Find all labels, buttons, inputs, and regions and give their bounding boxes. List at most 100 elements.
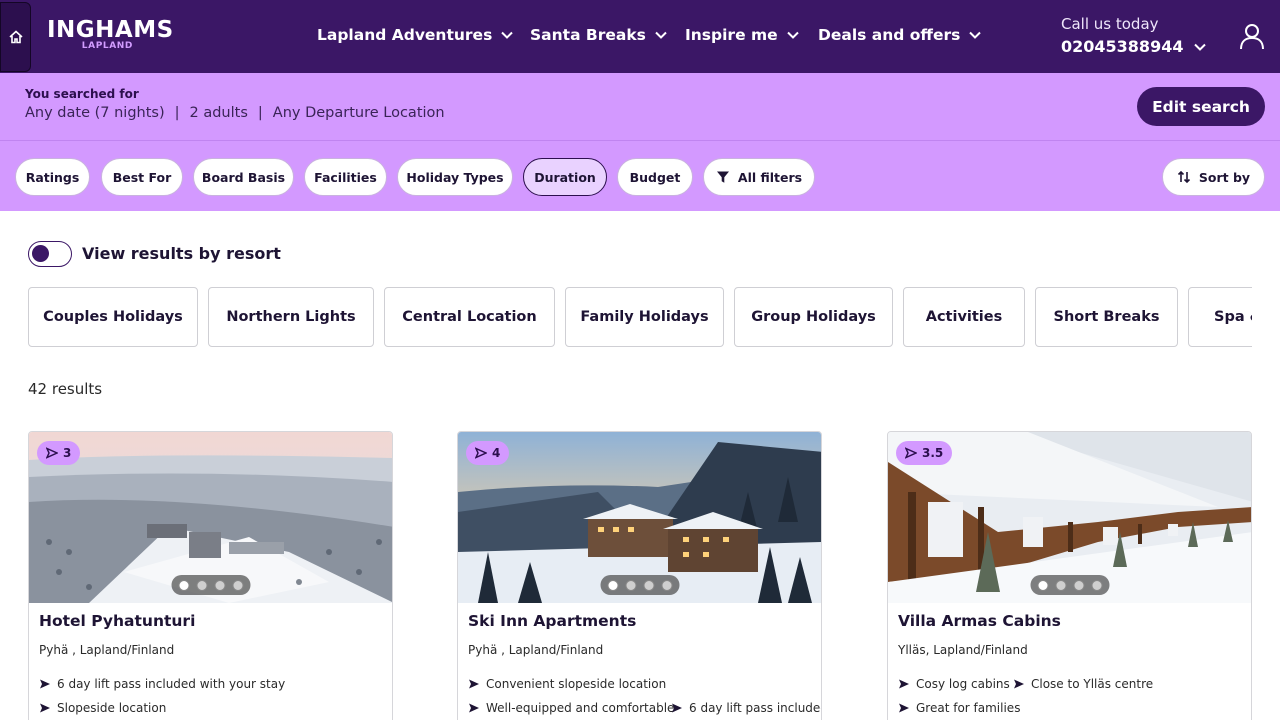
- rating-value: 3: [63, 446, 72, 460]
- carousel-dot[interactable]: [1055, 579, 1066, 591]
- carousel-dot[interactable]: [625, 579, 636, 591]
- carousel-dot[interactable]: [1073, 579, 1084, 591]
- hotel-photo[interactable]: 3.5: [888, 432, 1251, 603]
- feature-item: Close to Ylläs centre: [1013, 677, 1153, 691]
- home-button[interactable]: [0, 2, 31, 72]
- feature-item: Well-equipped and comfortable: [468, 701, 674, 715]
- sort-icon: [1177, 170, 1190, 184]
- phone-number: 02045388944: [1061, 37, 1184, 56]
- nav-label: Santa Breaks: [530, 26, 646, 44]
- feature-arrow-icon: [40, 703, 50, 713]
- chevron-down-icon: [786, 31, 799, 39]
- rating-value: 4: [492, 446, 501, 460]
- filter-ratings[interactable]: Ratings: [15, 158, 90, 196]
- call-us-block: Call us today 02045388944: [1061, 15, 1207, 56]
- nav-lapland-adventures[interactable]: Lapland Adventures: [317, 26, 514, 44]
- search-date: Any date (7 nights): [25, 105, 165, 121]
- sort-by-label: Sort by: [1198, 169, 1251, 185]
- nav-deals-and-offers[interactable]: Deals and offers: [818, 26, 982, 44]
- filter-budget[interactable]: Budget: [617, 158, 693, 196]
- filter-board-basis[interactable]: Board Basis: [193, 158, 294, 196]
- inghams-logo[interactable]: INGHAMS LAPLAND: [47, 17, 173, 53]
- hotel-name[interactable]: Ski Inn Apartments: [468, 612, 636, 630]
- rating-badge: 3: [37, 441, 81, 465]
- nav-inspire-me[interactable]: Inspire me: [685, 26, 800, 44]
- hotel-name[interactable]: Villa Armas Cabins: [898, 612, 1061, 630]
- toggle-knob: [32, 245, 49, 262]
- carousel-dot[interactable]: [232, 579, 243, 591]
- all-filters-label: All filters: [737, 169, 803, 185]
- feature-arrow-icon: [672, 703, 682, 713]
- filter-facilities[interactable]: Facilities: [304, 158, 387, 196]
- feature-item: Great for families: [898, 701, 1020, 715]
- feature-item: Cosy log cabins: [898, 677, 1010, 691]
- edit-search-button[interactable]: Edit search: [1137, 87, 1265, 126]
- hotel-location: Pyhä , Lapland/Finland: [39, 643, 175, 657]
- feature-text: Slopeside location: [57, 701, 167, 715]
- phone-number-dropdown[interactable]: 02045388944: [1061, 37, 1207, 56]
- feature-arrow-icon: [899, 679, 909, 689]
- carousel-dot[interactable]: [178, 579, 189, 591]
- filter-holiday-types[interactable]: Holiday Types: [397, 158, 513, 196]
- hotel-name[interactable]: Hotel Pyhatunturi: [39, 612, 195, 630]
- chevron-down-icon: [969, 31, 982, 39]
- feature-arrow-icon: [469, 679, 479, 689]
- feature-item: 6 day lift pass included with your stay: [39, 677, 285, 691]
- hotel-card[interactable]: 3.5 Villa Armas Cabins Ylläs, Lapland/Fi…: [887, 431, 1252, 720]
- feature-item: Convenient slopeside location: [468, 677, 666, 691]
- rating-value: 3.5: [922, 446, 944, 460]
- logo-subtitle: LAPLAND: [81, 41, 133, 51]
- nav-label: Deals and offers: [818, 26, 961, 44]
- view-by-resort-label: View results by resort: [82, 244, 281, 263]
- rating-badge: 3.5: [896, 441, 953, 465]
- filter-bar: Ratings Best For Board Basis Facilities …: [0, 140, 1280, 211]
- chip-group-holidays[interactable]: Group Holidays: [734, 287, 893, 347]
- chip-family-holidays[interactable]: Family Holidays: [565, 287, 724, 347]
- chip-activities[interactable]: Activities: [903, 287, 1025, 347]
- hotel-photo[interactable]: 4: [458, 432, 821, 603]
- view-by-resort-toggle[interactable]: [28, 241, 72, 267]
- feature-arrow-icon: [1014, 679, 1024, 689]
- carousel-dot[interactable]: [1091, 579, 1102, 591]
- user-account-icon[interactable]: [1238, 22, 1266, 50]
- filter-duration[interactable]: Duration: [523, 158, 607, 196]
- feature-arrow-icon: [899, 703, 909, 713]
- chip-central-location[interactable]: Central Location: [384, 287, 555, 347]
- image-carousel-dots[interactable]: [600, 575, 679, 595]
- nav-santa-breaks[interactable]: Santa Breaks: [530, 26, 668, 44]
- chevron-down-icon: [655, 31, 667, 39]
- chip-short-breaks[interactable]: Short Breaks: [1035, 287, 1178, 347]
- image-carousel-dots[interactable]: [1030, 575, 1109, 595]
- hotel-card[interactable]: 3 Hotel Pyhatunturi Pyhä , Lapland/Finla…: [28, 431, 393, 720]
- hotel-photo[interactable]: 3: [29, 432, 392, 603]
- feature-text: Convenient slopeside location: [486, 677, 667, 691]
- feature-text: Close to Ylläs centre: [1031, 677, 1154, 691]
- carousel-dot[interactable]: [196, 579, 207, 591]
- feature-item: Slopeside location: [39, 701, 166, 715]
- home-icon: [8, 30, 23, 44]
- carousel-dot[interactable]: [1037, 579, 1048, 591]
- feature-text: 6 day lift pass included with your stay: [57, 677, 286, 691]
- filter-funnel-icon: [716, 171, 729, 183]
- chip-couples-holidays[interactable]: Couples Holidays: [28, 287, 198, 347]
- feature-text: 6 day lift pass included: [689, 701, 822, 715]
- sort-by-button[interactable]: Sort by: [1162, 158, 1265, 196]
- rating-badge: 4: [466, 441, 510, 465]
- carousel-dot[interactable]: [643, 579, 654, 591]
- carousel-dot[interactable]: [607, 579, 618, 591]
- filter-best-for[interactable]: Best For: [101, 158, 183, 196]
- top-navigation-bar: INGHAMS LAPLAND Lapland Adventures Santa…: [0, 0, 1280, 73]
- carousel-dot[interactable]: [661, 579, 672, 591]
- feature-item: 6 day lift pass included: [671, 701, 822, 715]
- nav-label: Inspire me: [685, 26, 778, 44]
- rating-arrow-icon: [46, 447, 58, 459]
- chevron-down-icon: [1194, 43, 1207, 51]
- all-filters-button[interactable]: All filters: [703, 158, 815, 196]
- image-carousel-dots[interactable]: [171, 575, 250, 595]
- carousel-dot[interactable]: [214, 579, 225, 591]
- feature-arrow-icon: [40, 679, 50, 689]
- chip-spa[interactable]: Spa & Wellness: [1188, 287, 1252, 347]
- search-summary-title: You searched for: [25, 87, 139, 101]
- hotel-card[interactable]: 4 Ski Inn Apartments Pyhä , Lapland/Finl…: [457, 431, 822, 720]
- chip-northern-lights[interactable]: Northern Lights: [208, 287, 374, 347]
